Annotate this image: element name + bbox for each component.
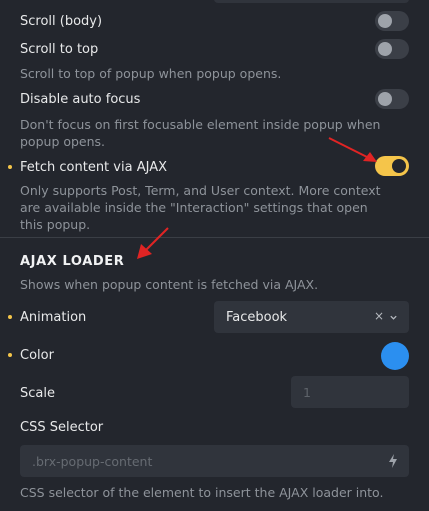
fetch-ajax-label: Fetch content via AJAX bbox=[20, 159, 167, 175]
fetch-ajax-description: Only supports Post, Term, and User conte… bbox=[20, 183, 381, 232]
scroll-to-top-label: Scroll to top bbox=[20, 41, 99, 57]
annotation-arrow-icon bbox=[137, 227, 169, 259]
modified-indicator-dot bbox=[8, 315, 12, 319]
scale-placeholder: 1 bbox=[303, 384, 311, 400]
css-selector-placeholder: .brx-popup-content bbox=[32, 453, 153, 469]
toggle-knob bbox=[378, 14, 392, 28]
color-swatch[interactable] bbox=[381, 342, 409, 370]
scroll-to-top-toggle[interactable] bbox=[375, 39, 409, 59]
scroll-body-row: Scroll (body) bbox=[20, 11, 409, 31]
scroll-body-toggle[interactable] bbox=[375, 11, 409, 31]
popup-settings-panel: Scroll (body) Scroll to top Scroll to to… bbox=[0, 0, 429, 511]
chevron-down-icon[interactable] bbox=[389, 311, 398, 326]
css-selector-description: CSS selector of the element to insert th… bbox=[20, 485, 384, 500]
animation-label: Animation bbox=[20, 309, 87, 325]
toggle-knob bbox=[378, 92, 392, 106]
modified-indicator-dot bbox=[8, 353, 12, 357]
ajax-loader-heading: AJAX LOADER bbox=[20, 254, 125, 269]
css-selector-label: CSS Selector bbox=[20, 419, 104, 435]
disable-auto-focus-toggle[interactable] bbox=[375, 89, 409, 109]
animation-select[interactable]: Facebook × bbox=[214, 301, 409, 333]
disable-auto-focus-row: Disable auto focus bbox=[20, 89, 409, 109]
scroll-body-label: Scroll (body) bbox=[20, 13, 103, 29]
modified-indicator-dot bbox=[8, 165, 12, 169]
scale-label: Scale bbox=[20, 385, 55, 401]
scroll-to-top-row: Scroll to top bbox=[20, 39, 409, 59]
ajax-loader-description: Shows when popup content is fetched via … bbox=[20, 277, 319, 292]
css-selector-row: CSS Selector bbox=[20, 417, 409, 437]
scale-input[interactable]: 1 bbox=[291, 376, 409, 408]
animation-selected-value: Facebook bbox=[226, 309, 288, 325]
dynamic-data-bolt-icon[interactable] bbox=[387, 453, 399, 472]
scroll-to-top-description: Scroll to top of popup when popup opens. bbox=[20, 66, 282, 81]
section-divider bbox=[0, 237, 429, 238]
clear-icon[interactable]: × bbox=[374, 309, 384, 323]
color-row: Color bbox=[20, 345, 409, 365]
css-selector-input[interactable]: .brx-popup-content bbox=[20, 445, 409, 477]
partial-input-field[interactable] bbox=[214, 0, 409, 3]
color-label: Color bbox=[20, 347, 54, 363]
annotation-arrow-icon bbox=[328, 137, 377, 162]
disable-auto-focus-label: Disable auto focus bbox=[20, 91, 141, 107]
toggle-knob bbox=[378, 42, 392, 56]
toggle-knob bbox=[392, 159, 406, 173]
